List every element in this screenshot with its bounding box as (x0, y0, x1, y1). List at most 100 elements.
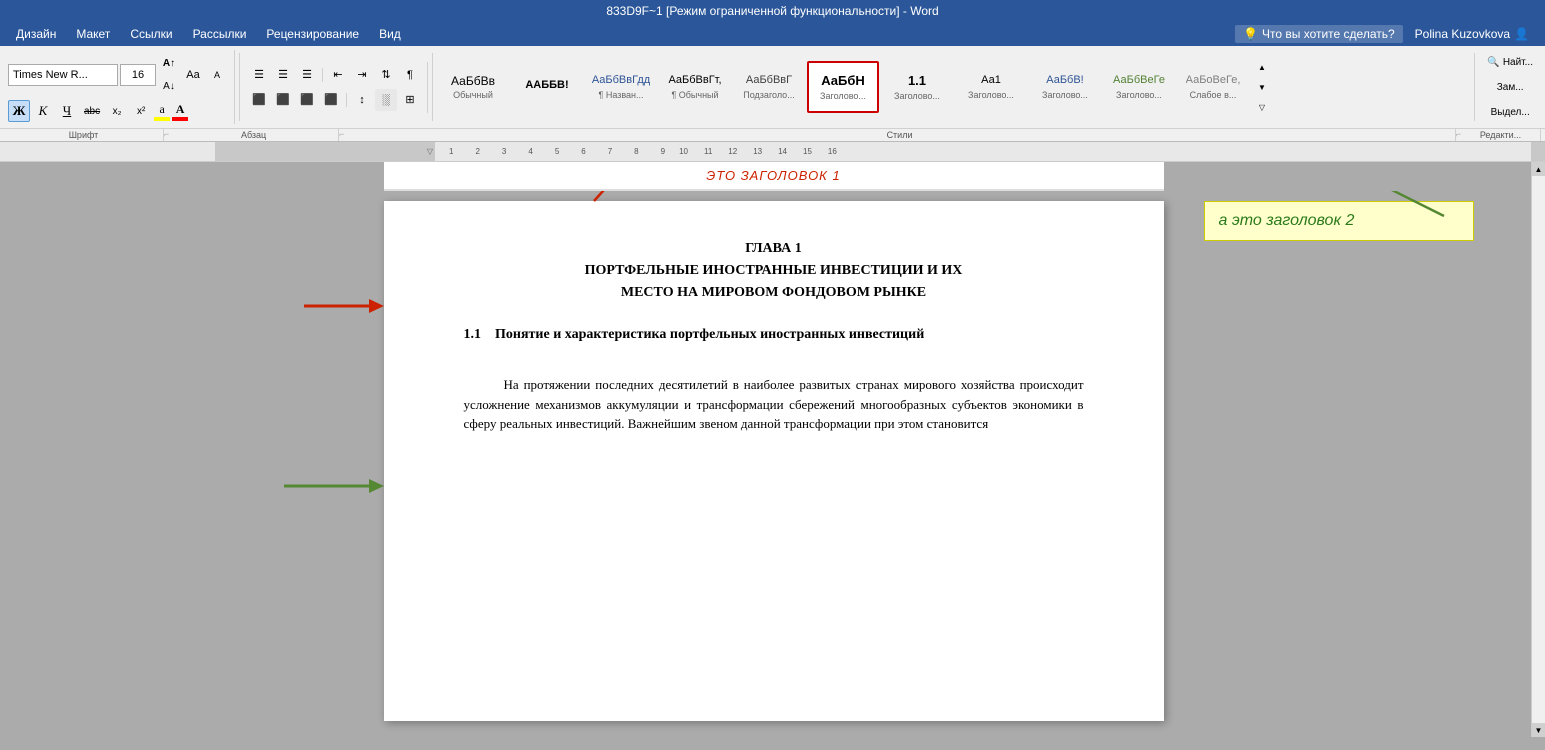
ruler-num-9: 9 (661, 147, 665, 156)
ribbon-main: Times New R... 16 A↑ A↓ Aa A Ж К Ч abc x… (0, 46, 1545, 129)
font-size-down-btn[interactable]: A↓ (158, 75, 180, 97)
style-heading-title[interactable]: АаБбВвГдд ¶ Назван... (585, 61, 657, 113)
style-normal[interactable]: АаБбВв Обычный (437, 61, 509, 113)
align-left-btn[interactable]: ⬛ (248, 89, 270, 111)
align-center-btn[interactable]: ⬛ (272, 89, 294, 111)
menu-recenzirovanie[interactable]: Рецензирование (258, 24, 367, 44)
style-hn-label: Заголово... (894, 91, 940, 101)
ruler-num-5: 5 (555, 147, 559, 156)
style-normal-preview: АаБбВв (451, 74, 495, 88)
style-n2-preview: АаБбВвГт, (668, 74, 721, 87)
underline-btn[interactable]: Ч (56, 100, 78, 122)
italic-btn[interactable]: К (32, 100, 54, 122)
menu-vid[interactable]: Вид (371, 24, 409, 44)
section-num: 1.1 (464, 327, 482, 342)
user-icon: 👤 (1514, 27, 1529, 41)
menu-ssylki[interactable]: Ссылки (122, 24, 180, 44)
multilevel-btn[interactable]: ☰ (296, 64, 318, 86)
pilcrow-btn[interactable]: ¶ (399, 64, 421, 86)
style-aaббвi[interactable]: ААББВ! (511, 61, 583, 113)
styles-expand-btn[interactable]: ▽ (1251, 98, 1273, 116)
style-heading-aa[interactable]: Аа1 Заголово... (955, 61, 1027, 113)
style-heading-num[interactable]: 1.1 Заголово... (881, 61, 953, 113)
title-text: 833D9F~1 [Режим ограниченной функциональ… (606, 4, 938, 18)
style-heading-blue[interactable]: АаБбВеГе Заголово... (1103, 61, 1175, 113)
style-normal2[interactable]: АаБбВвГт, ¶ Обычный (659, 61, 731, 113)
styles-scroll-down-btn[interactable]: ▼ (1251, 78, 1273, 96)
increase-indent-btn[interactable]: ⇥ (351, 64, 373, 86)
select-btn[interactable]: Выдел... (1483, 101, 1537, 123)
ruler-num-15: 15 (803, 147, 812, 156)
font-format-row: Ж К Ч abc x₂ x² a A (8, 100, 188, 122)
document-page[interactable]: ГЛАВА 1 ПОРТФЕЛЬНЫЕ ИНОСТРАННЫЕ ИНВЕСТИЦ… (384, 201, 1164, 721)
text-effects-btn[interactable]: A (206, 64, 228, 86)
font-size-input[interactable]: 16 (120, 64, 156, 86)
align-right-btn[interactable]: ⬛ (296, 89, 318, 111)
style-ha-preview: Аа1 (981, 74, 1001, 87)
font-name-input[interactable]: Times New R... (8, 64, 118, 86)
title-bar: 833D9F~1 [Режим ограниченной функциональ… (0, 0, 1545, 22)
style-subheading[interactable]: АаБбВвГ Подзаголо... (733, 61, 805, 113)
style-n2-label: ¶ Обычный (671, 90, 718, 100)
font-size-up-btn[interactable]: A↑ (158, 52, 180, 74)
replace-btn[interactable]: Зам... (1483, 76, 1537, 98)
ruler-num-12: 12 (728, 147, 737, 156)
scroll-down-btn[interactable]: ▼ (1532, 723, 1545, 737)
menu-rassylki[interactable]: Рассылки (185, 24, 255, 44)
ribbon: Times New R... 16 A↑ A↓ Aa A Ж К Ч abc x… (0, 46, 1545, 142)
superscript-btn[interactable]: x² (130, 100, 152, 122)
clear-format-btn[interactable]: Aa (182, 64, 204, 86)
borders-btn[interactable]: ⊞ (399, 89, 421, 111)
menu-search-box[interactable]: 💡 Что вы хотите сделать? (1235, 25, 1403, 43)
menu-dizain[interactable]: Дизайн (8, 24, 64, 44)
sep2 (432, 53, 433, 121)
paragraph-bottom-row: ⬛ ⬛ ⬛ ⬛ ↕ ░ ⊞ (248, 89, 421, 111)
style-normal-label: Обычный (453, 90, 493, 100)
style-h1a-label: Заголово... (820, 91, 866, 101)
chapter-title1: ПОРТФЕЛЬНЫЕ ИНОСТРАННЫЕ ИНВЕСТИЦИИ И ИХ (464, 263, 1084, 279)
redak-label: Редакти... (1461, 129, 1541, 141)
vertical-scrollbar[interactable]: ▲ ▼ (1531, 162, 1545, 737)
menu-maket[interactable]: Макет (68, 24, 118, 44)
align-justify-btn[interactable]: ⬛ (320, 89, 342, 111)
sep3 (1474, 53, 1475, 121)
ruler-right-margin (1531, 142, 1545, 161)
chapter-title2: МЕСТО НА МИРОВОМ ФОНДОВОМ РЫНКЕ (464, 285, 1084, 301)
font-color-btn[interactable]: A (172, 102, 188, 121)
style-sh-preview: АаБбВвГ (746, 74, 792, 87)
numbering-btn[interactable]: ☰ (272, 64, 294, 86)
ruler-num-4: 4 (528, 147, 532, 156)
styles-gallery: АаБбВв Обычный ААББВ! АаБбВвГдд ¶ Назван… (437, 58, 1470, 116)
body-paragraph: На протяжении последних десятилетий в на… (464, 375, 1084, 434)
scroll-up-btn[interactable]: ▲ (1532, 162, 1545, 176)
style-heading-weak[interactable]: АаБоВеГе, Слабое в... (1177, 61, 1249, 113)
user-info: Polina Kuzovkova 👤 (1407, 24, 1537, 44)
page-wrapper: ГЛАВА 1 ПОРТФЕЛЬНЫЕ ИНОСТРАННЫЕ ИНВЕСТИЦ… (384, 201, 1164, 727)
spacer1 (464, 307, 1084, 327)
shading-btn[interactable]: ░ (375, 89, 397, 111)
decrease-indent-btn[interactable]: ⇤ (327, 64, 349, 86)
red-up-arrow (584, 191, 734, 216)
bullets-btn[interactable]: ☰ (248, 64, 270, 86)
find-label: Найт... (1503, 57, 1533, 68)
left-margin (0, 162, 16, 737)
style-ht-preview: АаБбВвГдд (592, 74, 650, 87)
styles-scroll-up-btn[interactable]: ▲ (1251, 58, 1273, 76)
strikethrough-btn[interactable]: abc (80, 100, 104, 122)
abzac-label: Абзац (169, 129, 339, 141)
subscript-btn[interactable]: x₂ (106, 100, 128, 122)
bold-btn[interactable]: Ж (8, 100, 30, 122)
ruler-num-8: 8 (634, 147, 638, 156)
style-heading1-active[interactable]: АаБбН Заголово... (807, 61, 879, 113)
ruler-num-3: 3 (502, 147, 506, 156)
find-btn[interactable]: 🔍 Найт... (1483, 51, 1537, 73)
style-heading-abbv[interactable]: АаБбВ! Заголово... (1029, 61, 1101, 113)
font-group: Times New R... 16 A↑ A↓ Aa A Ж К Ч abc x… (4, 50, 235, 124)
sep1 (239, 53, 240, 121)
chapter-num: ГЛАВА 1 (464, 241, 1084, 257)
line-spacing-btn[interactable]: ↕ (351, 89, 373, 111)
sort-btn[interactable]: ⇅ (375, 64, 397, 86)
highlight-color-btn[interactable]: a (154, 102, 170, 121)
lightbulb-icon: 💡 (1243, 27, 1258, 41)
sep-p1 (322, 68, 323, 82)
